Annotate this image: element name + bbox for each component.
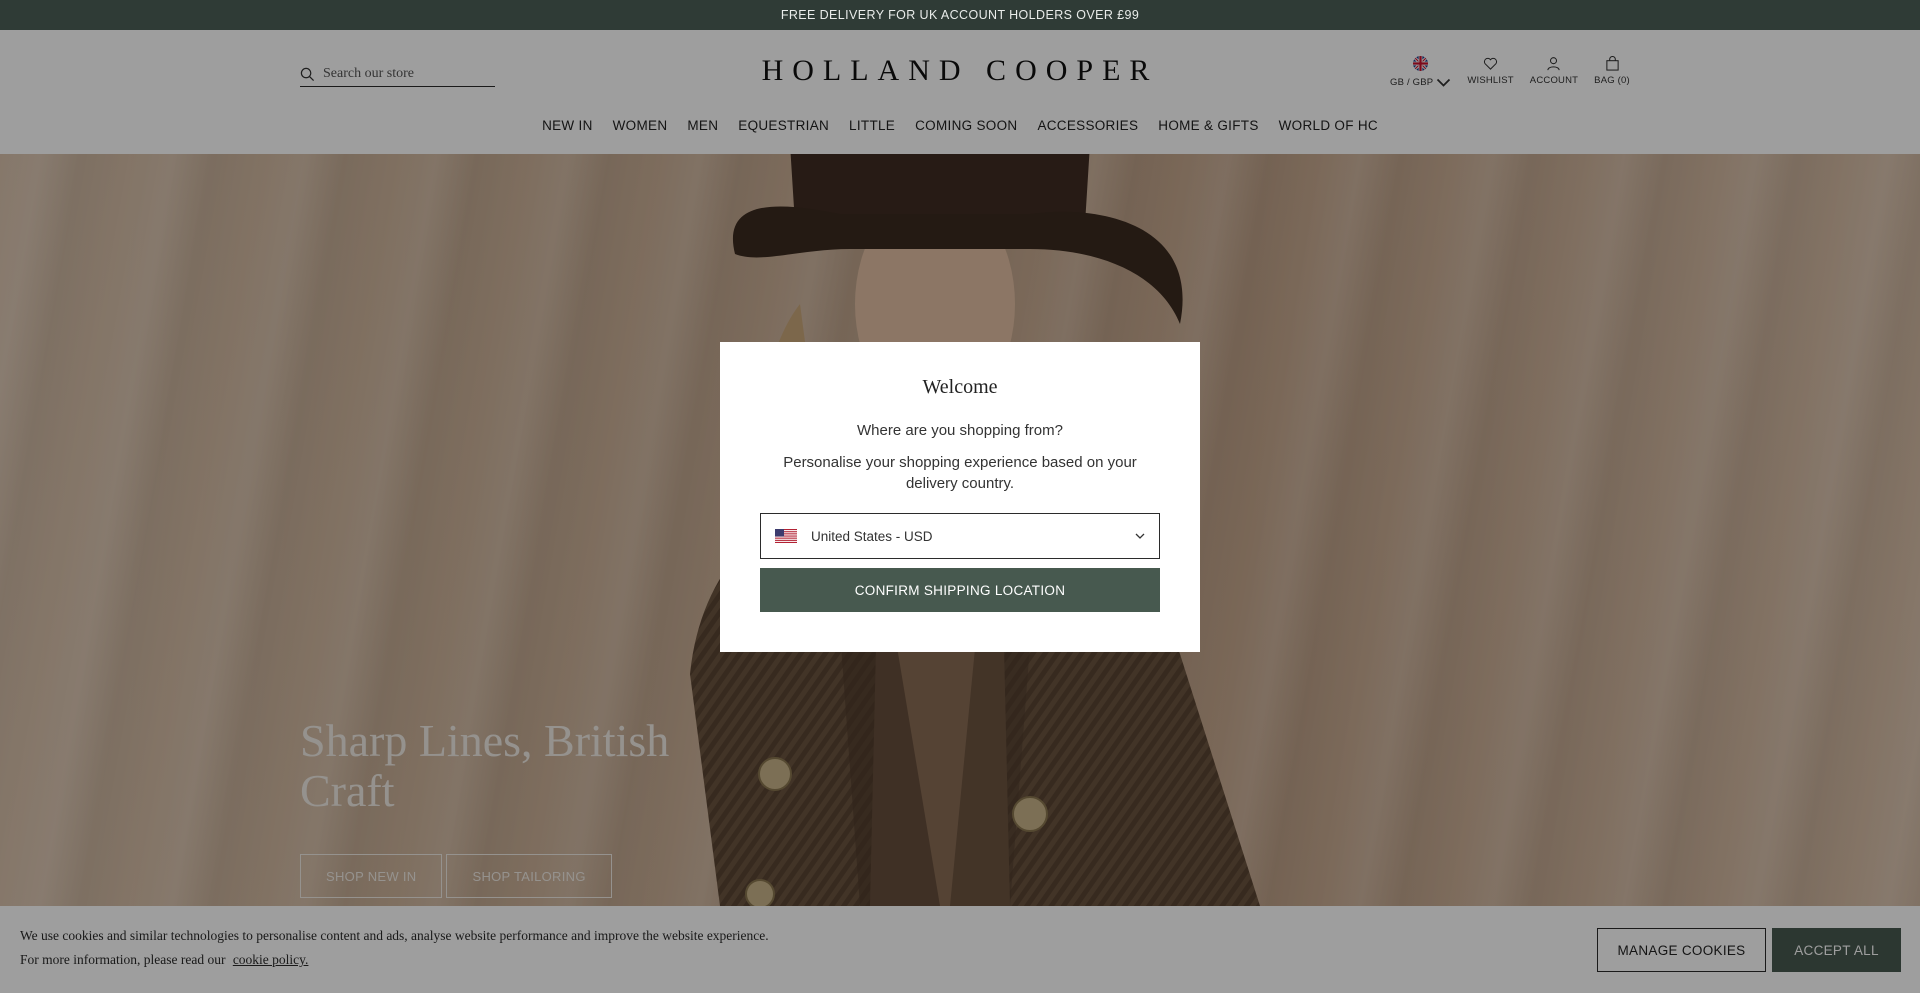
country-select[interactable]: United States - USD bbox=[760, 513, 1160, 559]
promo-text: FREE DELIVERY FOR UK ACCOUNT HOLDERS OVE… bbox=[780, 8, 1140, 22]
promo-bar: FREE DELIVERY FOR UK ACCOUNT HOLDERS OVE… bbox=[0, 0, 1920, 30]
modal-title: Welcome bbox=[922, 376, 998, 398]
modal-question: Where are you shopping from? bbox=[857, 422, 1063, 439]
welcome-modal: Welcome Where are you shopping from? Per… bbox=[720, 342, 1200, 652]
us-flag-icon bbox=[775, 529, 797, 543]
confirm-shipping-button[interactable]: CONFIRM SHIPPING LOCATION bbox=[760, 568, 1160, 612]
modal-description: Personalise your shopping experience bas… bbox=[783, 454, 1137, 492]
chevron-down-icon bbox=[1135, 533, 1145, 539]
country-select-value: United States - USD bbox=[811, 528, 933, 544]
